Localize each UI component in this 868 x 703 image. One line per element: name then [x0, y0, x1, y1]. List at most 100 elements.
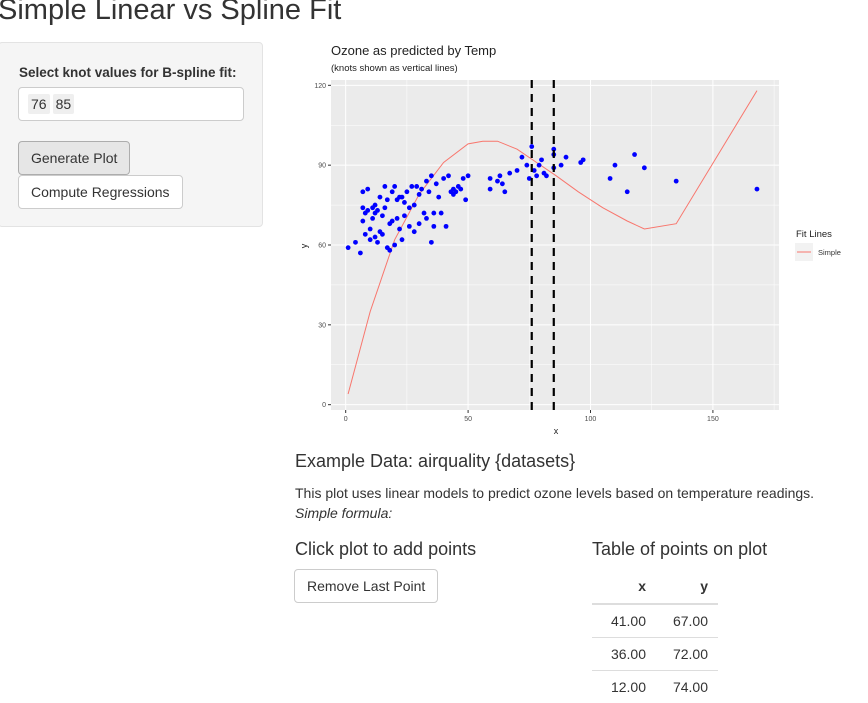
- data-point: [380, 232, 385, 237]
- data-point: [360, 219, 365, 224]
- data-point: [632, 152, 637, 157]
- data-point: [439, 211, 444, 216]
- data-point: [431, 224, 436, 229]
- data-point: [392, 243, 397, 248]
- data-point: [346, 245, 351, 250]
- data-point: [424, 179, 429, 184]
- compute-regressions-button[interactable]: Compute Regressions: [18, 175, 183, 209]
- data-point: [385, 197, 390, 202]
- data-point: [434, 181, 439, 186]
- data-point: [463, 197, 468, 202]
- data-point: [424, 216, 429, 221]
- data-point: [402, 213, 407, 218]
- data-point: [441, 176, 446, 181]
- generate-plot-button[interactable]: Generate Plot: [18, 141, 130, 175]
- y-axis-label: y: [299, 243, 309, 248]
- data-point: [417, 221, 422, 226]
- legend-item-label: Simple: [818, 248, 841, 257]
- table-row: 12.00 74.00: [592, 671, 718, 703]
- x-axis-label: x: [554, 426, 559, 436]
- data-point: [412, 229, 417, 234]
- ozone-plot[interactable]: Ozone as predicted by Temp (knots shown …: [285, 36, 868, 441]
- table-heading: Table of points on plot: [592, 539, 767, 560]
- data-point: [755, 187, 760, 192]
- knot-chip[interactable]: 76: [28, 94, 50, 114]
- table-header-row: x y: [592, 568, 718, 604]
- data-point: [375, 240, 380, 245]
- data-point: [365, 208, 370, 213]
- data-point: [613, 163, 618, 168]
- data-point: [365, 187, 370, 192]
- formula-label: Simple formula:: [295, 503, 814, 523]
- data-point: [412, 203, 417, 208]
- table-row: 36.00 72.00: [592, 638, 718, 671]
- data-point: [429, 173, 434, 178]
- data-point: [495, 179, 500, 184]
- example-data-heading: Example Data: airquality {datasets}: [295, 451, 575, 472]
- remove-last-point-button[interactable]: Remove Last Point: [294, 569, 438, 603]
- data-point: [395, 216, 400, 221]
- data-point: [422, 211, 427, 216]
- y-tick-label: 120: [314, 83, 326, 90]
- data-point: [409, 184, 414, 189]
- column-header-x: x: [592, 568, 654, 604]
- data-point: [534, 173, 539, 178]
- data-point: [625, 189, 630, 194]
- data-point: [360, 205, 365, 210]
- data-point: [407, 205, 412, 210]
- data-point: [375, 208, 380, 213]
- data-point: [502, 189, 507, 194]
- data-point: [373, 235, 378, 240]
- data-point: [564, 155, 569, 160]
- data-point: [360, 189, 365, 194]
- knot-select-input[interactable]: 76 85: [18, 87, 244, 121]
- x-tick-label: 0: [344, 416, 348, 423]
- y-tick-label: 60: [318, 243, 326, 250]
- data-point: [446, 173, 451, 178]
- page-title: Simple Linear vs Spline Fit: [0, 0, 341, 27]
- knot-chip[interactable]: 85: [53, 94, 75, 114]
- sidebar-panel: Select knot values for B-spline fit: 76 …: [0, 42, 263, 227]
- y-tick-label: 90: [318, 163, 326, 170]
- click-plot-heading: Click plot to add points: [295, 539, 476, 560]
- data-point: [368, 227, 373, 232]
- data-point: [498, 173, 503, 178]
- data-point: [429, 240, 434, 245]
- cell-x: 41.00: [592, 604, 654, 638]
- data-point: [466, 173, 471, 178]
- x-tick-label: 100: [585, 416, 597, 423]
- data-point: [397, 227, 402, 232]
- cell-y: 74.00: [654, 671, 718, 703]
- data-point: [537, 163, 542, 168]
- data-point: [436, 195, 441, 200]
- data-point: [417, 192, 422, 197]
- data-point: [520, 155, 525, 160]
- data-point: [427, 189, 432, 194]
- column-header-y: y: [654, 568, 718, 604]
- data-point: [387, 248, 392, 253]
- data-point: [400, 237, 405, 242]
- data-point: [358, 251, 363, 256]
- data-point: [390, 189, 395, 194]
- legend-title: Fit Lines: [796, 229, 832, 240]
- plot-canvas[interactable]: 0501001500306090120 x y Fit Lines Simple: [285, 36, 868, 441]
- data-point: [363, 232, 368, 237]
- data-point: [392, 184, 397, 189]
- data-point: [559, 163, 564, 168]
- cell-x: 36.00: [592, 638, 654, 671]
- data-point: [390, 219, 395, 224]
- cell-y: 72.00: [654, 638, 718, 671]
- data-point: [444, 224, 449, 229]
- data-point: [419, 187, 424, 192]
- data-point: [507, 171, 512, 176]
- data-point: [378, 195, 383, 200]
- data-point: [404, 189, 409, 194]
- knot-label: Select knot values for B-spline fit:: [19, 65, 237, 80]
- data-point: [539, 157, 544, 162]
- y-tick-label: 30: [318, 322, 326, 329]
- data-point: [431, 211, 436, 216]
- description: This plot uses linear models to predict …: [295, 485, 814, 501]
- data-point: [674, 179, 679, 184]
- data-point: [400, 195, 405, 200]
- cell-y: 67.00: [654, 604, 718, 638]
